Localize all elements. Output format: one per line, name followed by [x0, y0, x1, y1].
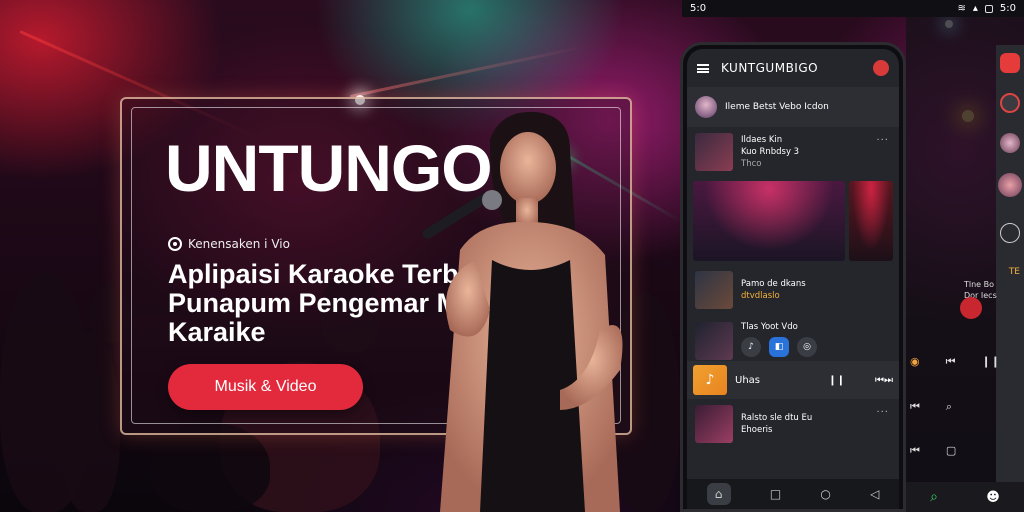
music-video-button[interactable]: Musik & Video: [168, 364, 363, 410]
recents-icon[interactable]: □: [770, 487, 781, 501]
app-icon[interactable]: [1000, 53, 1020, 73]
avatar: [695, 96, 717, 118]
circle-home-icon[interactable]: ○: [820, 487, 830, 501]
skip-icon[interactable]: ⏮⏭: [875, 375, 893, 386]
singer-thumbnail: [695, 322, 733, 360]
pause-icon[interactable]: ❙❙: [828, 375, 845, 386]
side-navbar: ⌕ ☻: [906, 482, 1024, 512]
guitar-thumbnail: [695, 271, 733, 309]
item-title: Ildaes Kin: [741, 135, 783, 145]
volume-icon[interactable]: ◉: [910, 355, 920, 369]
tagline: Kenensaken i Vio: [168, 237, 290, 251]
item-subtitle: Kuo Rnbdsy 3: [741, 147, 800, 157]
tagline-text: Kenensaken i Vio: [188, 237, 290, 251]
app-header: KUNTGUMBIGO: [687, 49, 899, 87]
record-button[interactable]: [960, 297, 982, 319]
item-title: Ralsto sle dtu Eu: [741, 413, 813, 423]
music-note-icon: ♪: [693, 365, 727, 395]
karaoke-button[interactable]: ◧: [769, 337, 789, 357]
wifi-icon: ≋: [957, 3, 966, 14]
list-item[interactable]: Tlas Yoot Vdo ♪ ◧ ◎: [687, 315, 899, 361]
bottom-navbar: ⌂ □ ○ ◁: [687, 479, 899, 509]
menu-icon[interactable]: [697, 63, 709, 73]
side-badge: TE: [1008, 267, 1020, 277]
mic-icon[interactable]: ♪: [741, 337, 761, 357]
side-controls: ⏮ ⌕: [910, 400, 952, 414]
status-time: 5:0: [690, 3, 707, 14]
side-label-line-1: Tlne Bo: [964, 280, 995, 289]
status-bar: 5:0 ≋ ▴ 5:0: [682, 0, 1024, 17]
pause-icon[interactable]: ❙❙: [982, 355, 1000, 369]
band-video-thumbnail: [693, 181, 845, 261]
chat-icon[interactable]: ▢: [946, 444, 956, 458]
more-horizontal-icon[interactable]: ···: [876, 135, 889, 146]
profile-row[interactable]: Ileme Betst Vebo Icdon: [687, 87, 899, 127]
list-item[interactable]: Ralsto sle dtu Eu Ehoeris ···: [687, 399, 899, 449]
side-controls: ⏮ ▢: [910, 444, 956, 458]
skip-back-icon[interactable]: ⏮: [910, 400, 920, 414]
secondary-screen: TE Tlne Bo Dor Iecs ◉ ⏮ ❙❙ ⏮ ⌕ ⏮ ▢ ⌕ ☻: [906, 17, 1024, 512]
item-thumbnail: [695, 133, 733, 171]
account-icon[interactable]: [873, 60, 889, 76]
record-icon: [168, 237, 182, 251]
back-icon[interactable]: ◁: [870, 487, 879, 501]
item-badges: dtvdlaslo: [741, 291, 780, 301]
status-right-label: 5:0: [999, 3, 1016, 14]
gear-icon[interactable]: ◎: [797, 337, 817, 357]
chat-icon[interactable]: [1000, 223, 1020, 243]
more-horizontal-icon[interactable]: ···: [876, 407, 889, 418]
side-strip: TE: [996, 45, 1024, 495]
search-icon[interactable]: ⌕: [946, 400, 952, 414]
profile-text: Ileme Betst Vebo Icdon: [725, 102, 829, 112]
skip-back-icon[interactable]: ⏮: [946, 355, 956, 369]
singer-video-thumbnail: [849, 181, 893, 261]
app-icon[interactable]: [1000, 93, 1020, 113]
signal-icon: ▴: [972, 3, 978, 14]
list-item[interactable]: Ildaes Kin Kuo Rnbdsy 3 Thco ···: [687, 127, 899, 177]
singer-illustration: [422, 111, 623, 512]
item-thumbnail: [695, 405, 733, 443]
avatar[interactable]: [1000, 133, 1020, 153]
phone-mockup: KUNTGUMBIGO Ileme Betst Vebo Icdon Ildae…: [680, 42, 906, 512]
app-title: KUNTGUMBIGO: [721, 61, 819, 75]
profile-icon[interactable]: ☻: [986, 490, 1000, 505]
search-icon[interactable]: ⌕: [930, 489, 938, 505]
phone-screen: KUNTGUMBIGO Ileme Betst Vebo Icdon Ildae…: [687, 49, 899, 509]
item-subtitle: Ehoeris: [741, 425, 773, 435]
player-controls: ♪ ◧ ◎: [741, 333, 891, 361]
skip-back-icon[interactable]: ⏮: [910, 444, 920, 458]
avatar[interactable]: [998, 173, 1022, 197]
now-playing-title: Uhas: [735, 374, 760, 386]
featured-video[interactable]: [687, 177, 899, 265]
now-playing-bar[interactable]: ♪ Uhas ❙❙ ⏮⏭: [687, 361, 899, 399]
home-icon[interactable]: ⌂: [706, 483, 731, 505]
item-title: Tlas Yoot Vdo: [741, 322, 798, 332]
battery-icon: [984, 4, 993, 13]
list-item[interactable]: Pamo de dkans dtvdlaslo: [687, 265, 899, 315]
side-controls: ◉ ⏮ ❙❙: [910, 355, 1000, 369]
item-meta: Thco: [741, 159, 762, 169]
item-title: Pamo de dkans: [741, 279, 806, 289]
